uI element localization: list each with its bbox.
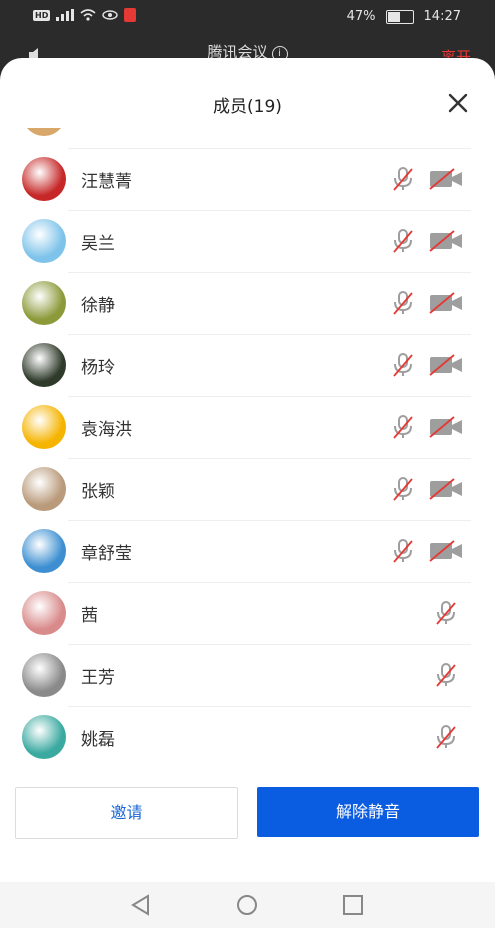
wifi-icon [80, 9, 96, 21]
status-icons: HD [33, 8, 137, 22]
mic-muted-icon[interactable] [391, 352, 415, 378]
list-item[interactable]: 吴兰 [0, 210, 495, 272]
status-bar: HD 47% 14:27 [0, 0, 495, 34]
member-name: 徐静 [81, 296, 115, 316]
avatar [22, 715, 66, 759]
avatar [22, 128, 66, 136]
avatar [22, 281, 66, 325]
avatar [22, 219, 66, 263]
member-name: 汪慧菁 [81, 172, 132, 192]
avatar [22, 653, 66, 697]
row-divider [68, 396, 471, 397]
unmute-all-button[interactable]: 解除静音 [257, 787, 479, 837]
camera-off-icon[interactable] [428, 540, 464, 562]
mic-recording-icon [124, 8, 137, 22]
member-name: 袁海洪 [81, 420, 132, 440]
member-name: 张颖 [81, 482, 115, 502]
row-divider [68, 644, 471, 645]
avatar [22, 405, 66, 449]
list-item[interactable]: 茜 [0, 582, 495, 644]
avatar [22, 467, 66, 511]
member-name: 吴兰 [81, 234, 115, 254]
list-item[interactable]: 王芳 [0, 644, 495, 706]
list-item[interactable]: 姚磊 [0, 706, 495, 768]
member-name: 王芳 [81, 668, 115, 688]
row-divider [68, 148, 471, 149]
system-nav-bar [0, 882, 495, 928]
camera-off-icon[interactable] [428, 478, 464, 500]
battery-percent: 47% [346, 9, 376, 24]
avatar [22, 157, 66, 201]
avatar [22, 529, 66, 573]
clock: 14:27 [423, 9, 461, 24]
camera-off-icon[interactable] [428, 416, 464, 438]
row-divider [68, 582, 471, 583]
list-item[interactable]: 张颖 [0, 458, 495, 520]
row-divider [68, 210, 471, 211]
row-divider [68, 272, 471, 273]
mic-muted-icon[interactable] [391, 414, 415, 440]
camera-off-icon[interactable] [428, 292, 464, 314]
member-name: 杨玲 [81, 358, 115, 378]
row-divider [68, 334, 471, 335]
camera-off-icon[interactable] [428, 168, 464, 190]
avatar [22, 343, 66, 387]
hd-icon: HD [33, 9, 51, 21]
sheet-title: 成员(19) [213, 97, 282, 117]
eye-icon [102, 10, 119, 20]
mic-muted-icon[interactable] [391, 228, 415, 254]
row-divider [68, 706, 471, 707]
mic-muted-icon[interactable] [434, 724, 458, 750]
mic-muted-icon[interactable] [391, 538, 415, 564]
back-icon[interactable] [129, 894, 153, 916]
members-sheet: 成员(19) 汪慧菁吴兰徐静杨玲袁海洪张颖章舒莹茜王芳姚磊 邀请 解除静音 [0, 58, 495, 882]
mic-muted-icon[interactable] [434, 662, 458, 688]
member-name: 茜 [81, 606, 98, 626]
battery-icon [385, 9, 414, 24]
row-divider [68, 458, 471, 459]
signal-4g-icon [56, 9, 75, 21]
list-item[interactable]: 徐静 [0, 272, 495, 334]
list-item[interactable]: 汪慧菁 [0, 148, 495, 210]
camera-off-icon[interactable] [428, 230, 464, 252]
status-right: 47% 14:27 [347, 9, 461, 24]
camera-off-icon[interactable] [428, 354, 464, 376]
member-name: 章舒莹 [81, 544, 132, 564]
recents-icon[interactable] [341, 894, 365, 916]
row-divider [68, 520, 471, 521]
close-icon[interactable] [447, 92, 469, 114]
avatar [22, 591, 66, 635]
list-item[interactable]: 章舒莹 [0, 520, 495, 582]
member-list[interactable]: 汪慧菁吴兰徐静杨玲袁海洪张颖章舒莹茜王芳姚磊 [0, 128, 495, 770]
mic-muted-icon[interactable] [391, 166, 415, 192]
member-name: 姚磊 [81, 730, 115, 750]
list-item[interactable]: 杨玲 [0, 334, 495, 396]
mic-muted-icon[interactable] [391, 290, 415, 316]
mic-muted-icon[interactable] [434, 600, 458, 626]
home-icon[interactable] [235, 894, 259, 916]
list-item[interactable]: 袁海洪 [0, 396, 495, 458]
invite-button[interactable]: 邀请 [15, 787, 238, 839]
mic-muted-icon[interactable] [391, 476, 415, 502]
